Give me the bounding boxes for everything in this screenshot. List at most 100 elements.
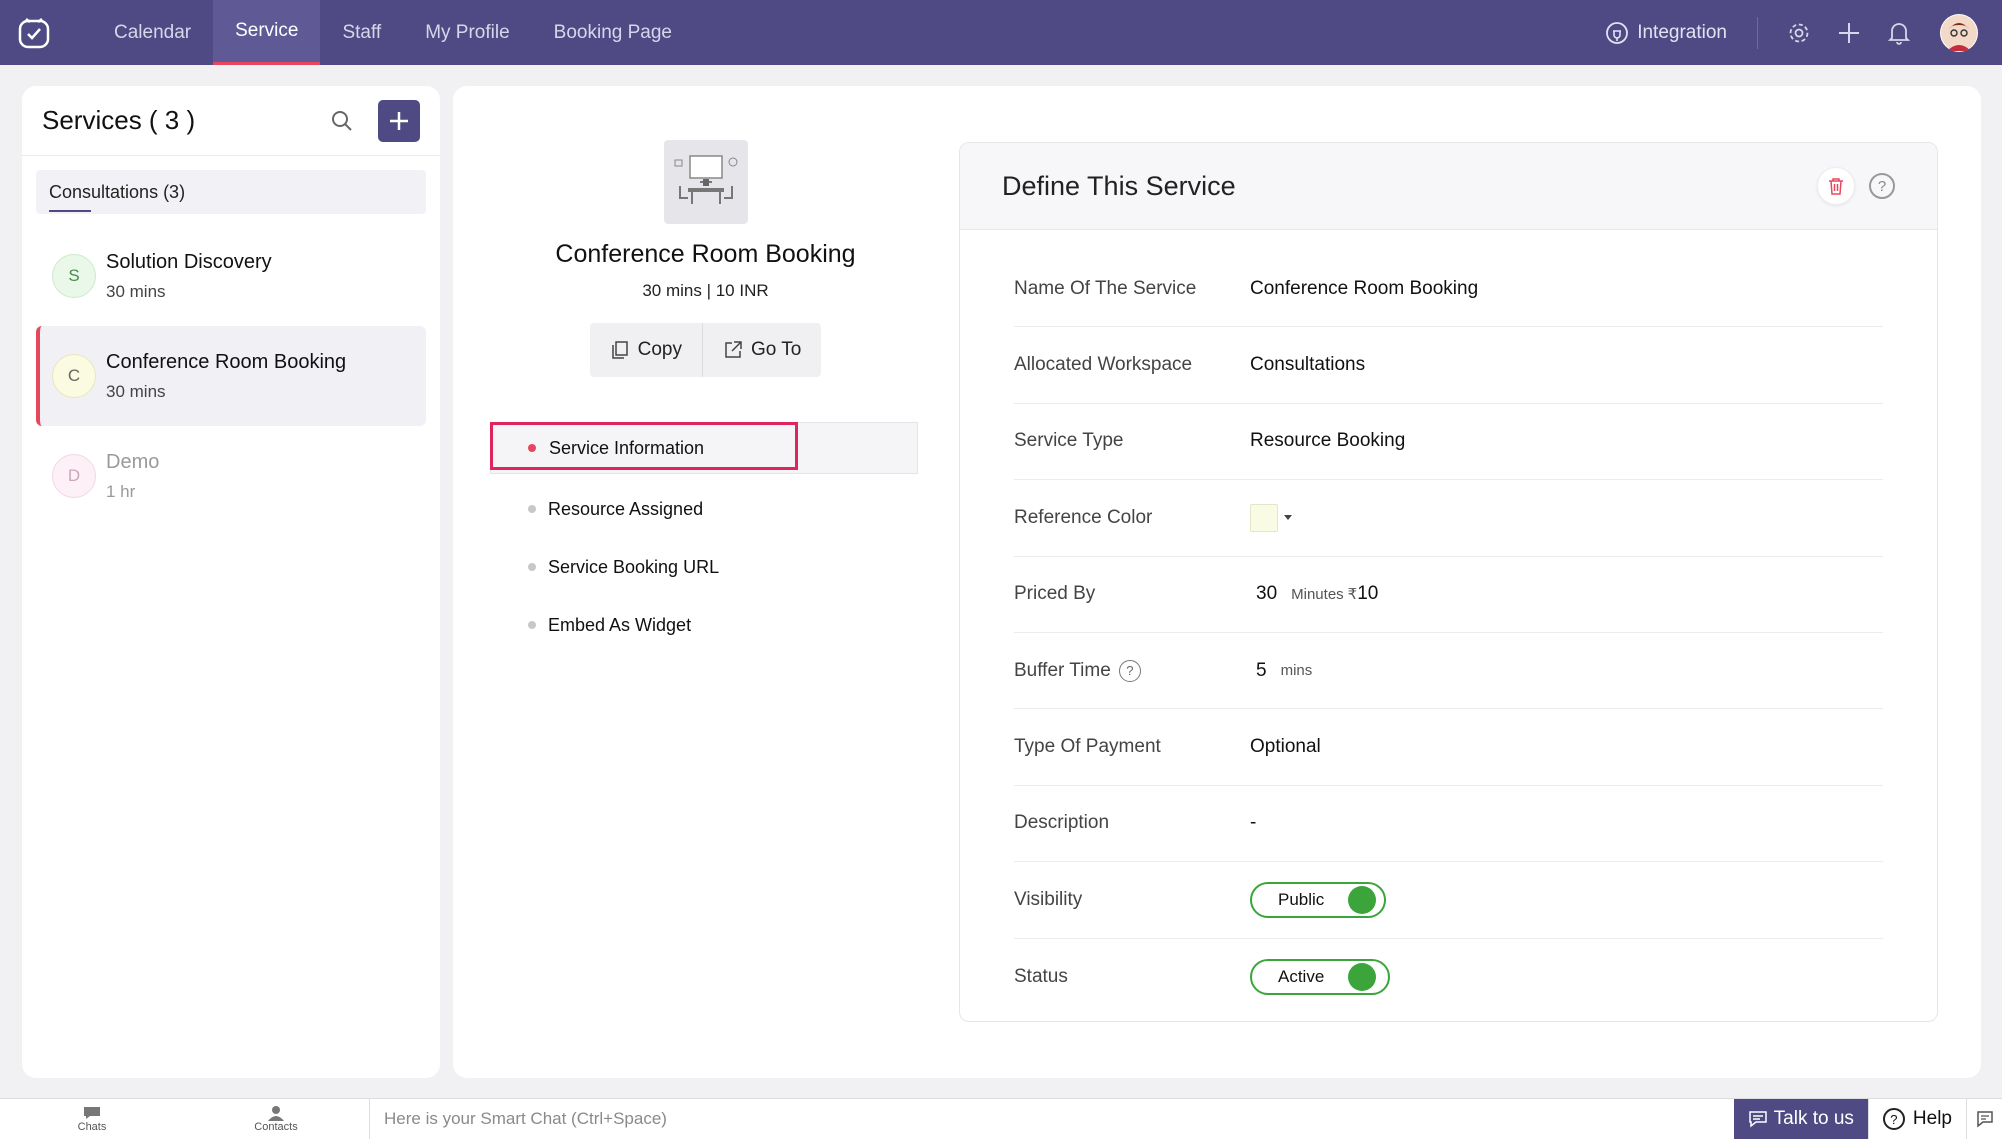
visibility-toggle[interactable]: Public: [1250, 881, 1386, 918]
field-row-type: Service Type Resource Booking: [1014, 404, 1883, 481]
copy-icon: [611, 341, 628, 359]
field-row-visibility: Visibility Public: [1014, 862, 1883, 939]
buffer-number: 5: [1256, 659, 1267, 681]
status-toggle[interactable]: Active: [1250, 958, 1390, 995]
toggle-knob: [1348, 962, 1377, 991]
add-plus-icon[interactable]: [1824, 21, 1874, 45]
field-row-status: Status Active: [1014, 939, 1883, 1015]
copy-button[interactable]: Copy: [590, 323, 702, 377]
toggle-label: Public: [1278, 889, 1325, 909]
service-fields: Name Of The Service Conference Room Book…: [960, 251, 1937, 1015]
add-service-button[interactable]: [378, 99, 420, 142]
service-meta: 30 mins | 10 INR: [642, 281, 769, 300]
nav-staff[interactable]: Staff: [320, 0, 403, 65]
field-label: Reference Color: [1014, 506, 1153, 528]
integration-label: Integration: [1637, 21, 1727, 43]
help-button[interactable]: ? Help: [1867, 1098, 1966, 1139]
priced-amount: 10: [1357, 583, 1379, 605]
field-row-name: Name Of The Service Conference Room Book…: [1014, 251, 1883, 328]
toggle-knob: [1348, 885, 1377, 914]
notification-bell-icon[interactable]: [1874, 21, 1924, 45]
service-header: Conference Room Booking 30 mins | 10 INR…: [453, 140, 958, 377]
user-avatar[interactable]: [1940, 13, 1978, 52]
workspace-tab-label: Consultations (3): [49, 181, 186, 202]
help-question-icon[interactable]: ?: [1869, 173, 1895, 199]
service-name: Solution Discovery: [106, 250, 272, 273]
contacts-button[interactable]: Contacts: [184, 1099, 368, 1139]
field-label: Name Of The Service: [1014, 277, 1197, 299]
plus-icon: [390, 111, 408, 130]
menu-label: Service Booking URL: [548, 556, 720, 577]
service-duration: 30 mins: [106, 281, 166, 301]
integration-icon: [1606, 21, 1629, 44]
delete-trash-icon[interactable]: [1817, 167, 1855, 205]
search-icon[interactable]: [322, 101, 362, 141]
chats-label: Chats: [77, 1121, 107, 1133]
buffer-help-icon[interactable]: ?: [1118, 659, 1141, 682]
buffer-unit: mins: [1280, 662, 1313, 680]
service-item-conference-room-booking[interactable]: C Conference Room Booking 30 mins: [36, 326, 426, 426]
menu-service-information[interactable]: Service Information: [490, 422, 918, 474]
settings-gear-icon[interactable]: [1774, 21, 1824, 45]
smart-chat-input[interactable]: Here is your Smart Chat (Ctrl+Space): [369, 1098, 1734, 1139]
workspace-value[interactable]: Consultations: [1250, 354, 1365, 376]
currency-rupee-icon: ₹: [1347, 586, 1358, 604]
field-label: Priced By: [1014, 583, 1096, 605]
service-name-value[interactable]: Conference Room Booking: [1250, 278, 1478, 300]
field-row-buffer: Buffer Time ? 5 mins: [1014, 633, 1883, 710]
field-row-priced: Priced By 30 Minutes ₹ 10: [1014, 557, 1883, 633]
goto-button[interactable]: Go To: [702, 323, 821, 377]
color-swatch: [1250, 503, 1278, 532]
service-avatar: S: [52, 254, 96, 298]
app-logo-icon[interactable]: [14, 13, 54, 53]
menu-label: Embed As Widget: [548, 614, 692, 635]
service-item-solution-discovery[interactable]: S Solution Discovery 30 mins: [36, 226, 426, 326]
field-label: Visibility: [1014, 888, 1083, 910]
field-label: Service Type: [1014, 430, 1124, 452]
service-avatar: D: [52, 454, 96, 498]
talk-to-us-button[interactable]: Talk to us: [1733, 1098, 1868, 1139]
services-title: Services ( 3 ): [42, 105, 196, 135]
talk-label: Talk to us: [1773, 1108, 1854, 1129]
buffer-value[interactable]: 5 mins: [1250, 660, 1316, 682]
menu-bullet: [528, 444, 536, 452]
integration-button[interactable]: Integration: [1605, 16, 1758, 49]
service-name: Conference Room Booking: [106, 350, 347, 373]
contact-person-icon: [268, 1106, 284, 1121]
chat-bubble-icon: [84, 1107, 100, 1119]
field-row-workspace: Allocated Workspace Consultations: [1014, 327, 1883, 404]
menu-bullet: [528, 621, 536, 629]
buffer-label-text: Buffer Time: [1014, 659, 1111, 681]
field-label: Buffer Time ?: [1014, 659, 1250, 682]
define-service-card: Define This Service ? Name Of The Servic…: [959, 142, 1938, 1022]
color-picker[interactable]: [1250, 503, 1292, 532]
nav-service[interactable]: Service: [213, 0, 321, 65]
menu-resource-assigned[interactable]: Resource Assigned: [490, 480, 918, 538]
menu-service-booking-url[interactable]: Service Booking URL: [490, 538, 918, 596]
services-panel: Services ( 3 ) Consultations (3) S Solut…: [22, 86, 440, 1078]
nav-calendar[interactable]: Calendar: [92, 0, 213, 65]
service-item-demo[interactable]: D Demo 1 hr: [36, 426, 426, 526]
selection-highlight-box: [490, 422, 798, 470]
workspace-tab-consultations[interactable]: Consultations (3): [36, 170, 426, 214]
nav-booking-page[interactable]: Booking Page: [532, 0, 694, 65]
chat-window-icon[interactable]: [1966, 1098, 2002, 1139]
help-circle-icon: ?: [1882, 1108, 1905, 1130]
field-label: Type Of Payment: [1014, 736, 1161, 758]
payment-type-value[interactable]: Optional: [1250, 736, 1321, 758]
priced-by-value[interactable]: 30 Minutes ₹ 10: [1250, 583, 1378, 605]
card-header: Define This Service ?: [960, 143, 1937, 230]
toggle-label: Active: [1278, 966, 1325, 986]
goto-label: Go To: [751, 339, 802, 360]
chats-button[interactable]: Chats: [0, 1099, 184, 1139]
field-label: Description: [1014, 812, 1110, 834]
external-link-icon: [725, 341, 742, 358]
menu-label: Resource Assigned: [548, 498, 704, 519]
menu-embed-as-widget[interactable]: Embed As Widget: [490, 596, 918, 654]
contacts-label: Contacts: [254, 1121, 298, 1133]
menu-bullet: [528, 563, 536, 571]
conference-room-thumbnail-icon: [663, 140, 748, 224]
service-section-menu: Service Information Resource Assigned Se…: [490, 422, 918, 654]
description-value[interactable]: -: [1250, 812, 1256, 834]
nav-my-profile[interactable]: My Profile: [403, 0, 531, 65]
